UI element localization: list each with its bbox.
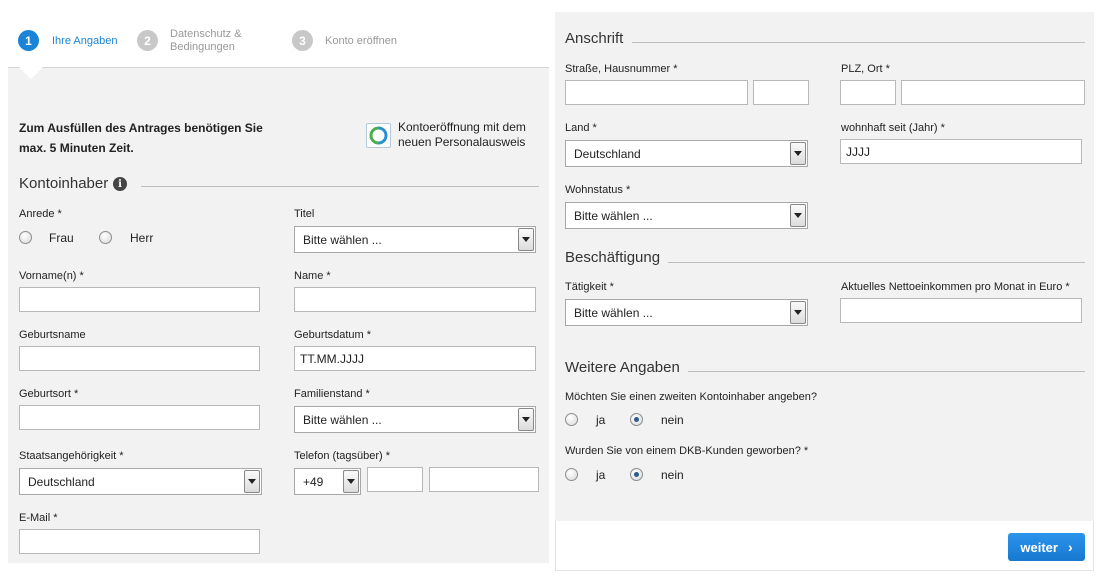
id-card-icon[interactable] (366, 123, 391, 148)
anrede-herr-radio[interactable] (99, 231, 112, 244)
plz-input[interactable] (840, 80, 896, 105)
anrede-frau-label[interactable]: Frau (49, 231, 74, 245)
chevron-down-icon[interactable] (790, 204, 806, 227)
step-2-icon: 2 (137, 30, 158, 51)
einkommen-label: Aktuelles Nettoeinkommen pro Monat in Eu… (841, 281, 1070, 293)
land-label: Land * (565, 122, 597, 134)
weitere-rule (688, 371, 1085, 372)
familienstand-label: Familienstand * (294, 388, 370, 400)
wohnhaft-input[interactable]: JJJJ (840, 139, 1082, 164)
geburtsname-label: Geburtsname (19, 329, 86, 341)
step-3-label: Konto eröffnen (325, 35, 397, 47)
step-pointer (19, 67, 43, 79)
weitere-heading: Weitere Angaben (565, 359, 680, 376)
telefon-vorwahl-input[interactable] (367, 467, 423, 492)
strasse-input[interactable] (565, 80, 748, 105)
chevron-down-icon[interactable] (343, 470, 359, 493)
step-3-icon: 3 (292, 30, 313, 51)
titel-label: Titel (294, 208, 315, 220)
wohnstatus-select[interactable]: Bitte wählen ... (565, 202, 808, 229)
email-label: E-Mail * (19, 512, 58, 524)
step-1-icon: 1 (18, 30, 39, 51)
beschaeftigung-heading: Beschäftigung (565, 249, 661, 266)
name-label: Name * (294, 270, 331, 282)
zweiter-inhaber-nein-radio[interactable] (630, 413, 643, 426)
chevron-down-icon[interactable] (790, 142, 806, 165)
chevron-right-icon: › (1067, 539, 1073, 555)
intro-text: Zum Ausfüllen des Antrages benötigen Sie… (19, 121, 263, 155)
ort-input[interactable] (901, 80, 1085, 105)
geburtsort-label: Geburtsort * (19, 388, 79, 400)
anrede-label: Anrede * (19, 208, 62, 220)
geburtsname-input[interactable] (19, 346, 260, 371)
geburtsdatum-input[interactable]: TT.MM.JJJJ (294, 346, 536, 371)
zweiter-inhaber-ja-label[interactable]: ja (596, 413, 605, 427)
geworben-ja-label[interactable]: ja (596, 468, 605, 482)
email-input[interactable] (19, 529, 260, 554)
anschrift-rule (632, 42, 1085, 43)
chevron-down-icon[interactable] (518, 228, 534, 251)
anschrift-heading: Anschrift (565, 30, 624, 47)
info-icon[interactable]: i (113, 177, 127, 191)
chevron-down-icon[interactable] (244, 470, 260, 493)
taetigkeit-label: Tätigkeit * (565, 281, 614, 293)
kontoinhaber-rule (141, 186, 539, 187)
step-1-label[interactable]: Ihre Angaben (52, 35, 117, 47)
geworben-question: Wurden Sie von einem DKB-Kunden geworben… (565, 445, 809, 457)
geworben-nein-label[interactable]: nein (661, 468, 684, 482)
telefon-nummer-input[interactable] (429, 467, 539, 492)
taetigkeit-select[interactable]: Bitte wählen ... (565, 299, 808, 326)
geburtsdatum-label: Geburtsdatum * (294, 329, 372, 341)
land-select[interactable]: Deutschland (565, 140, 808, 167)
anrede-frau-radio[interactable] (19, 231, 32, 244)
step-2-label: Datenschutz & Bedingungen (170, 28, 242, 53)
wohnhaft-label: wohnhaft seit (Jahr) * (841, 122, 945, 134)
staat-label: Staatsangehörigkeit * (19, 450, 124, 462)
zweiter-inhaber-ja-radio[interactable] (565, 413, 578, 426)
titel-select[interactable]: Bitte wählen ... (294, 226, 536, 253)
id-card-link[interactable]: Kontoeröffnung mit dem neuen Personalaus… (398, 120, 526, 150)
einkommen-input[interactable] (840, 298, 1082, 323)
vorname-input[interactable] (19, 287, 260, 312)
zweiter-inhaber-nein-label[interactable]: nein (661, 413, 684, 427)
familienstand-select[interactable]: Bitte wählen ... (294, 406, 536, 433)
plz-ort-label: PLZ, Ort * (841, 63, 890, 75)
wohnstatus-label: Wohnstatus * (565, 184, 631, 196)
strasse-label: Straße, Hausnummer * (565, 63, 678, 75)
geburtsort-input[interactable] (19, 405, 260, 430)
name-input[interactable] (294, 287, 536, 312)
chevron-down-icon[interactable] (790, 301, 806, 324)
vorname-label: Vorname(n) * (19, 270, 84, 282)
geworben-ja-radio[interactable] (565, 468, 578, 481)
zweiter-inhaber-question: Möchten Sie einen zweiten Kontoinhaber a… (565, 391, 817, 403)
hausnummer-input[interactable] (753, 80, 809, 105)
geworben-nein-radio[interactable] (630, 468, 643, 481)
beschaeftigung-rule (668, 262, 1085, 263)
staat-select[interactable]: Deutschland (19, 468, 262, 495)
kontoinhaber-heading: Kontoinhaber (19, 175, 109, 192)
weiter-button[interactable]: weiter › (1008, 533, 1085, 561)
chevron-down-icon[interactable] (518, 408, 534, 431)
telefon-label: Telefon (tagsüber) * (294, 450, 390, 462)
anrede-herr-label[interactable]: Herr (130, 231, 153, 245)
weiter-label: weiter (1020, 539, 1058, 555)
telefon-prefix-select[interactable]: +49 (294, 468, 361, 495)
